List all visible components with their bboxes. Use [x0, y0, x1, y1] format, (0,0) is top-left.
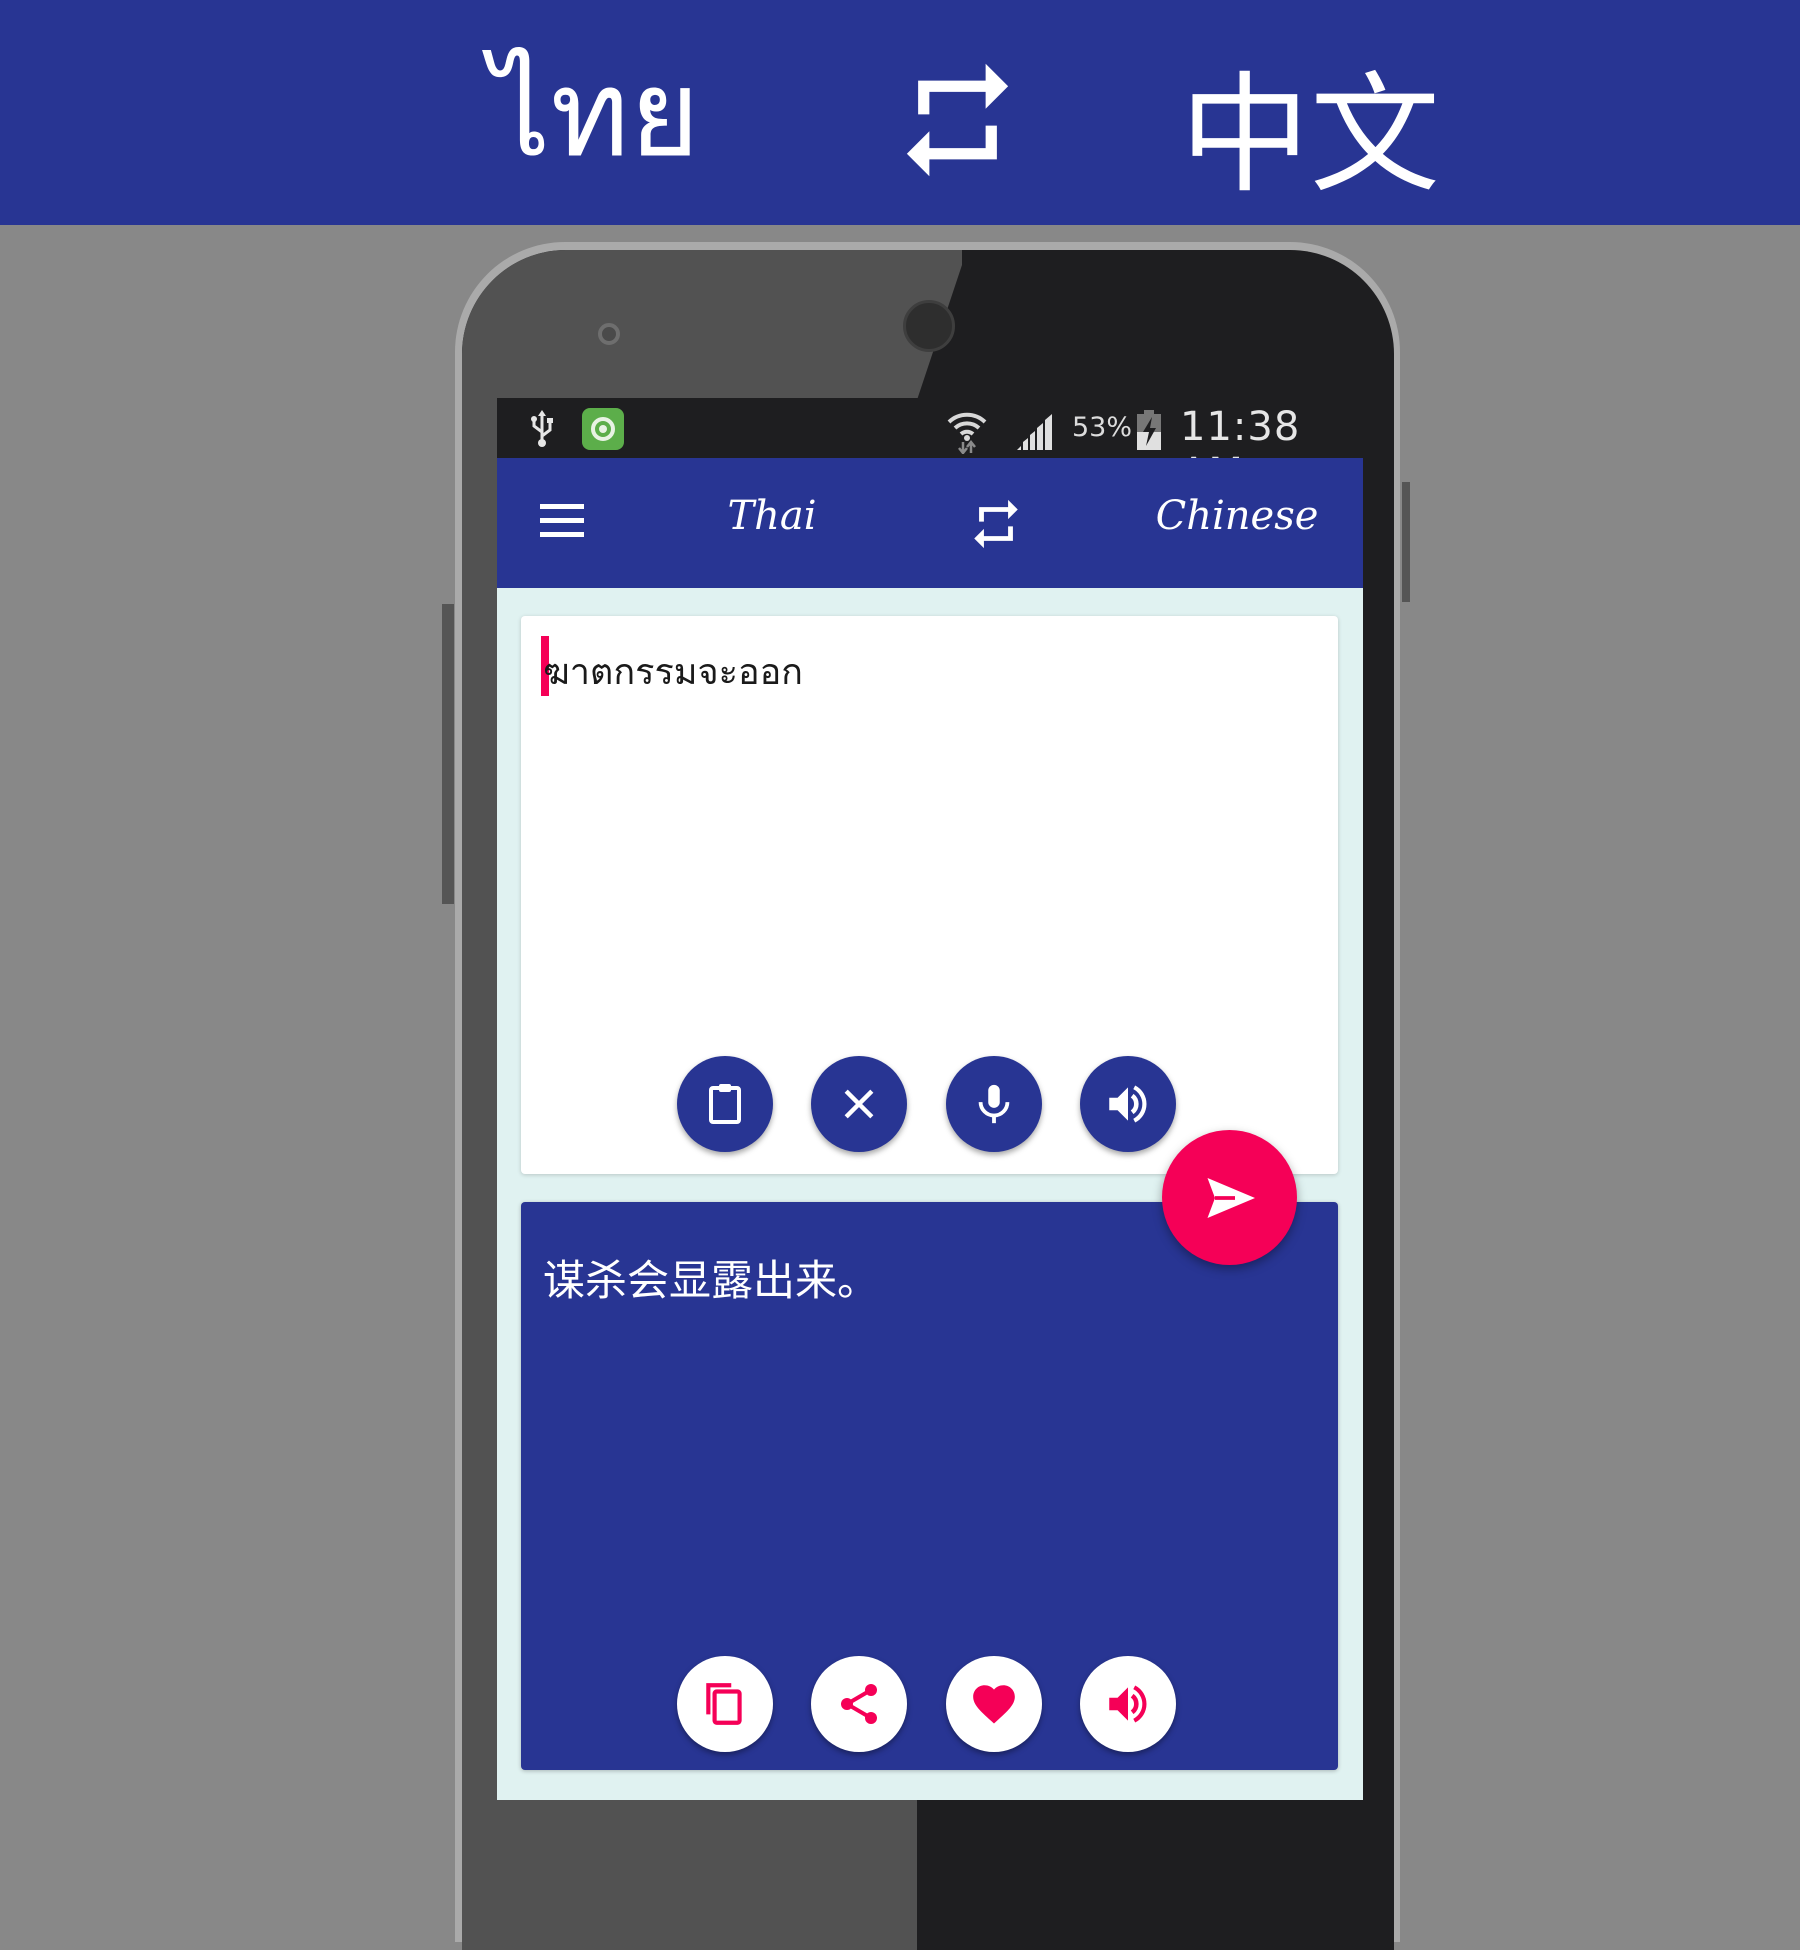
- swap-arrows-icon: [906, 63, 1009, 177]
- send-icon: [1207, 1177, 1255, 1218]
- banner-target-language: 中文: [1180, 59, 1441, 211]
- battery-percent: 53%: [1072, 412, 1133, 443]
- translate-button[interactable]: [1162, 1130, 1297, 1265]
- phone-volume-button: [442, 604, 454, 904]
- share-button[interactable]: [811, 1656, 907, 1752]
- share-icon: [841, 1684, 877, 1724]
- source-language-selector[interactable]: Thai: [677, 493, 867, 539]
- copy-icon: [706, 1683, 742, 1725]
- microphone-icon: [978, 1084, 1010, 1124]
- copy-button[interactable]: [677, 1656, 773, 1752]
- wifi-icon: [947, 412, 987, 454]
- swap-arrows-icon[interactable]: [967, 494, 1025, 554]
- voice-input-button[interactable]: [946, 1056, 1042, 1152]
- app-notification-icon: [582, 408, 624, 450]
- status-bar: 53% 11:38 AM: [497, 398, 1363, 496]
- paste-button[interactable]: [677, 1056, 773, 1152]
- favorite-button[interactable]: [946, 1656, 1042, 1752]
- speak-source-button[interactable]: [1080, 1056, 1176, 1152]
- source-text-input[interactable]: ฆาตกรรมจะออก: [543, 638, 1303, 708]
- usb-icon: [531, 410, 553, 447]
- target-language-selector[interactable]: Chinese: [1117, 493, 1357, 539]
- speaker-icon: [1109, 1085, 1147, 1123]
- heart-icon: [973, 1685, 1015, 1724]
- speak-target-button[interactable]: [1080, 1656, 1176, 1752]
- app-bar: Thai Chinese: [497, 458, 1363, 588]
- speaker-icon: [1109, 1685, 1147, 1723]
- clear-button[interactable]: [811, 1056, 907, 1152]
- clipboard-icon: [709, 1084, 741, 1124]
- promo-banner: ไทย 中文: [0, 0, 1800, 225]
- close-icon: [844, 1089, 874, 1119]
- front-camera: [903, 300, 955, 352]
- hamburger-menu-icon[interactable]: [535, 498, 587, 550]
- signal-icon: [1017, 414, 1052, 450]
- phone-sensor: [598, 323, 620, 345]
- output-panel: 谋杀会显露出来。: [521, 1202, 1338, 1770]
- input-panel: ฆาตกรรมจะออก: [521, 616, 1338, 1174]
- phone-power-button: [1402, 482, 1410, 602]
- banner-source-language: ไทย: [490, 45, 700, 184]
- translated-text[interactable]: 谋杀会显露出来。: [543, 1247, 879, 1308]
- phone-screen: 53% 11:38 AM Thai Chinese ฆาตกรรมจะออก: [497, 398, 1363, 1800]
- battery-charging-icon: [1137, 410, 1161, 450]
